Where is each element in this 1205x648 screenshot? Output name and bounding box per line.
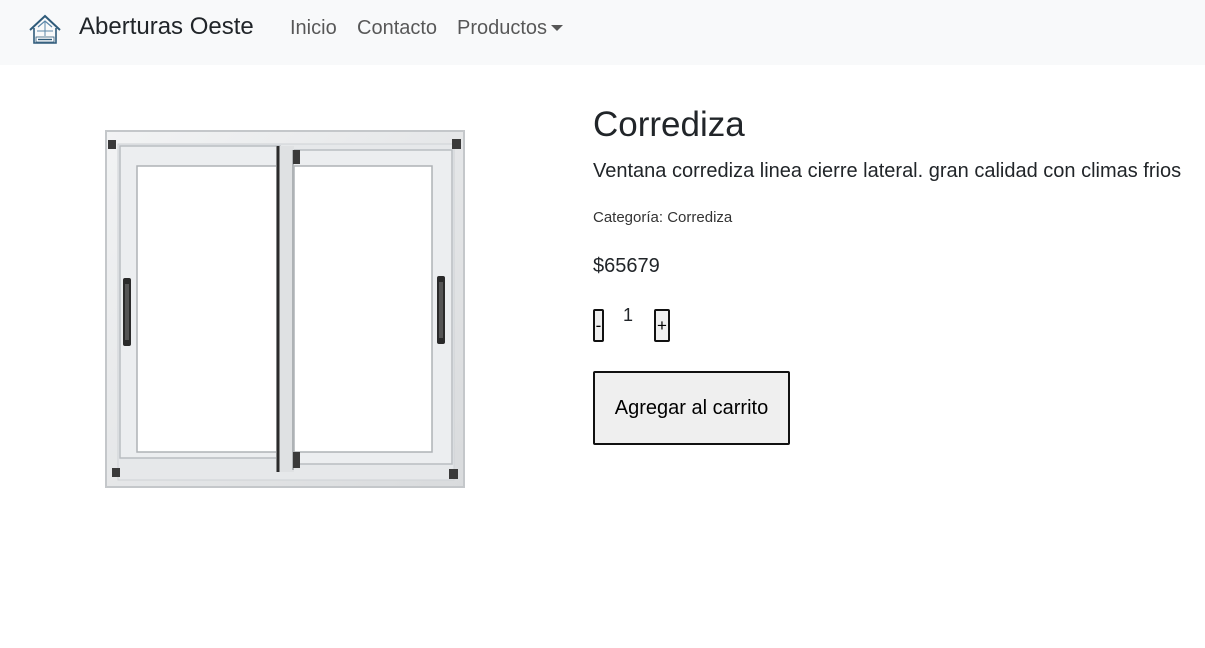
add-to-cart-button[interactable]: Agregar al carrito (593, 371, 790, 445)
house-logo-icon[interactable] (27, 12, 63, 48)
quantity-decrement-button[interactable]: - (593, 309, 604, 342)
product-title: Corrediza (593, 105, 745, 144)
sliding-window-image (105, 130, 465, 488)
quantity-value: 1 (623, 305, 634, 325)
nav-link-productos-label: Productos (457, 17, 548, 39)
product-price: $65679 (593, 255, 660, 277)
nav-link-contacto[interactable]: Contacto (357, 17, 437, 40)
quantity-increment-button[interactable]: + (654, 309, 670, 342)
nav-dropdown-productos[interactable]: Productos (457, 17, 564, 40)
caret-down-icon (551, 25, 564, 31)
category-value: Corrediza (667, 209, 733, 226)
brand-name[interactable]: Aberturas Oeste (79, 13, 254, 41)
nav-link-inicio[interactable]: Inicio (290, 17, 337, 40)
category-label: Categoría: (593, 209, 664, 226)
product-category: Categoría: Corrediza (593, 209, 732, 226)
product-description: Ventana corrediza linea cierre lateral. … (593, 160, 1182, 182)
navbar: Aberturas Oeste Inicio Contacto Producto… (0, 0, 1205, 65)
